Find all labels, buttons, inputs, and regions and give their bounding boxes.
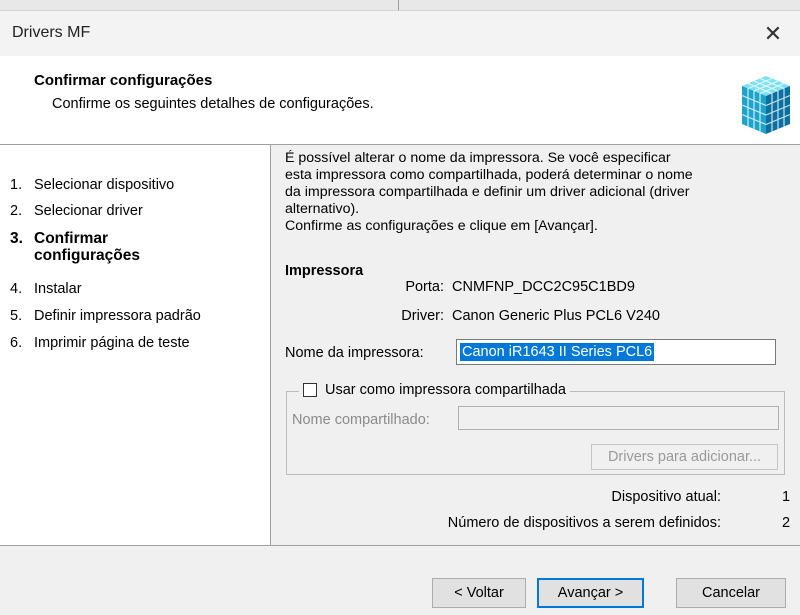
step-label-line1: Confirmar: [34, 230, 109, 247]
port-value: CNMFNP_DCC2C95C1BD9: [452, 279, 635, 295]
back-button[interactable]: < Voltar: [432, 578, 526, 608]
step-number: 3.: [10, 230, 23, 247]
step-confirm-settings: 3. Confirmar configurações: [10, 230, 140, 264]
step-number: 2.: [10, 203, 23, 219]
step-label: Selecionar dispositivo: [34, 177, 175, 193]
settings-panel: É possível alterar o nome da impressora.…: [271, 145, 800, 545]
device-count-label: Número de dispositivos a serem definidos…: [447, 515, 721, 531]
steps-sidebar: 1. Selecionar dispositivo 2. Selecionar …: [0, 145, 271, 545]
driver-value: Canon Generic Plus PCL6 V240: [452, 308, 660, 324]
button-bar: < Voltar Avançar > Cancelar: [0, 545, 800, 615]
share-group: Usar como impressora compartilhada Nome …: [286, 382, 785, 475]
step-install: 4. Instalar: [10, 281, 82, 297]
instructions-line: alternativo).: [285, 201, 360, 217]
wizard-header: Confirmar configurações Confirme os segu…: [0, 56, 800, 145]
share-checkbox-label[interactable]: Usar como impressora compartilhada: [325, 382, 566, 398]
current-device-label: Dispositivo atual:: [611, 489, 721, 505]
share-name-label: Nome compartilhado:: [292, 412, 430, 428]
instructions-line: Confirme as configurações e clique em [A…: [285, 218, 598, 234]
window-title: Drivers MF: [12, 24, 91, 41]
instructions-line: É possível alterar o nome da impressora.…: [285, 150, 671, 166]
step-number: 5.: [10, 308, 23, 324]
share-group-legend: Usar como impressora compartilhada: [299, 382, 570, 398]
printer-name-input[interactable]: Canon iR1643 II Series PCL6: [456, 339, 776, 365]
top-strip-divider: [398, 0, 399, 10]
port-label: Porta:: [405, 279, 444, 295]
step-label: Instalar: [34, 281, 82, 297]
driver-label: Driver:: [401, 308, 444, 324]
top-strip: [0, 0, 800, 10]
title-bar: Drivers MF ✕: [0, 10, 800, 57]
step-label-line2: configurações: [34, 247, 140, 264]
printer-cube-icon: [741, 76, 791, 134]
step-number: 4.: [10, 281, 23, 297]
printer-name-selected-text: Canon iR1643 II Series PCL6: [460, 343, 655, 361]
header-title: Confirmar configurações: [34, 72, 213, 89]
step-default-printer: 5. Definir impressora padrão: [10, 308, 201, 324]
header-subtitle: Confirme os seguintes detalhes de config…: [52, 96, 374, 112]
share-name-input[interactable]: [458, 406, 779, 430]
drivers-to-add-button[interactable]: Drivers para adicionar...: [591, 444, 778, 470]
step-label: Imprimir página de teste: [34, 335, 190, 351]
step-label: Selecionar driver: [34, 203, 143, 219]
step-select-driver: 2. Selecionar driver: [10, 203, 143, 219]
step-number: 1.: [10, 177, 23, 193]
cancel-button[interactable]: Cancelar: [676, 578, 786, 608]
step-label: Definir impressora padrão: [34, 308, 201, 324]
share-checkbox[interactable]: [303, 383, 317, 397]
instructions-line: da impressora compartilhada e definir um…: [285, 184, 690, 200]
step-select-device: 1. Selecionar dispositivo: [10, 177, 174, 193]
close-icon[interactable]: ✕: [758, 19, 788, 49]
step-number: 6.: [10, 335, 23, 351]
instructions-text: É possível alterar o nome da impressora.…: [285, 150, 790, 235]
printer-section-heading: Impressora: [285, 263, 364, 279]
device-count-value: 2: [782, 515, 791, 531]
step-test-page: 6. Imprimir página de teste: [10, 335, 190, 351]
next-button[interactable]: Avançar >: [537, 578, 644, 608]
current-device-value: 1: [782, 489, 791, 505]
step-label: Confirmar configurações: [34, 230, 140, 264]
printer-name-label: Nome da impressora:: [285, 345, 424, 361]
instructions-line: esta impressora como compartilhada, pode…: [285, 167, 693, 183]
